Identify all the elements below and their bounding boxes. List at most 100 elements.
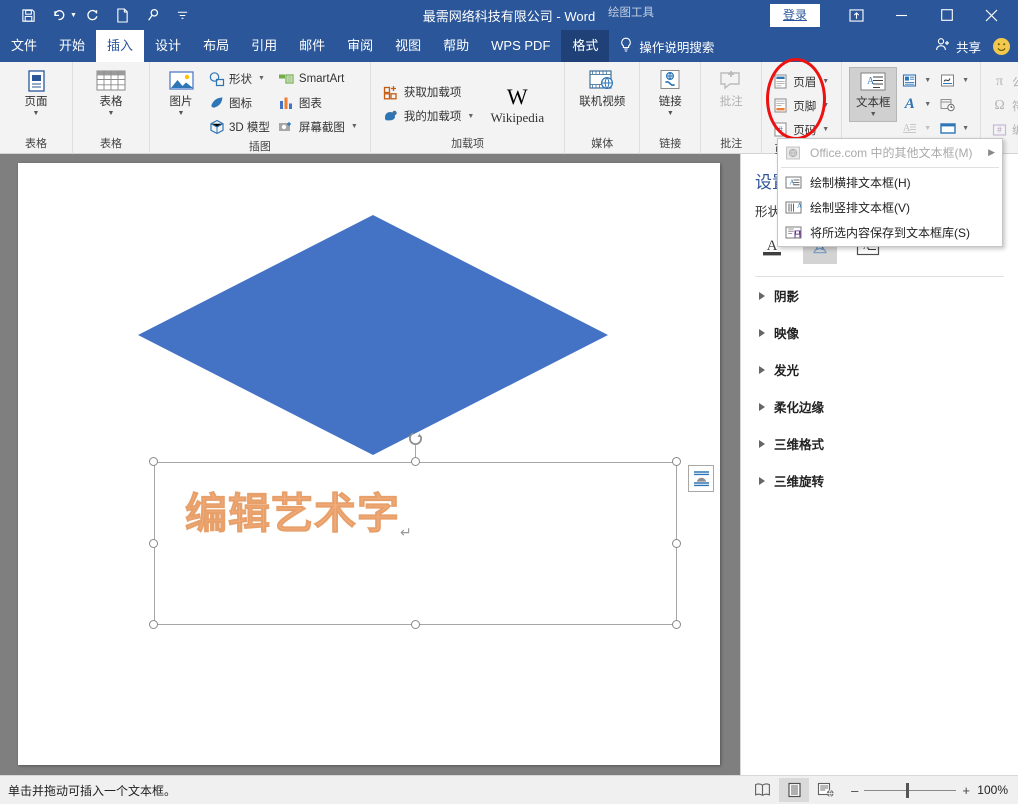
tab-mailings[interactable]: 邮件	[288, 30, 336, 62]
resize-handle-bottom-right[interactable]	[672, 620, 681, 629]
zoom-track[interactable]	[864, 782, 957, 798]
sign-in-button[interactable]: 登录	[769, 3, 820, 27]
menu-item-draw-vertical-text-box[interactable]: A 绘制竖排文本框(V)	[778, 195, 1002, 220]
tab-view[interactable]: 视图	[384, 30, 432, 62]
chevron-down-icon[interactable]: ▼	[667, 110, 674, 118]
3d-model-button[interactable]: 3D 模型	[206, 115, 274, 138]
ribbon-tabs: 文件 开始 插入 设计 布局 引用 邮件 审阅 视图 帮助 WPS PDF 格式…	[0, 30, 1018, 62]
chevron-down-icon[interactable]: ▼	[822, 102, 829, 109]
resize-handle-middle-right[interactable]	[672, 539, 681, 548]
chevron-down-icon[interactable]: ▼	[822, 78, 829, 85]
resize-handle-top-right[interactable]	[672, 457, 681, 466]
chevron-down-icon[interactable]: ▼	[924, 101, 931, 108]
redo-icon[interactable]	[79, 3, 107, 27]
tell-me-search[interactable]: 操作说明搜索	[619, 30, 714, 62]
pane-section-glow[interactable]: 发光	[741, 351, 1018, 388]
zoom-in-button[interactable]: +	[962, 783, 970, 798]
quick-parts-button[interactable]: ▼	[899, 69, 935, 92]
chevron-down-icon[interactable]: ▼	[351, 123, 358, 130]
pages-button[interactable]: 页面 ▼	[10, 67, 62, 120]
header-button[interactable]: 页眉 ▼	[770, 70, 833, 93]
web-layout-view-button[interactable]	[811, 778, 841, 802]
chevron-down-icon[interactable]: ▼	[962, 77, 969, 84]
document-page[interactable]: 编辑艺术字↵	[18, 163, 720, 765]
text-box-button[interactable]: A 文本框 ▼	[849, 67, 898, 122]
wordart-text[interactable]: 编辑艺术字↵	[184, 480, 413, 542]
tab-wps-pdf[interactable]: WPS PDF	[480, 30, 561, 62]
zoom-slider[interactable]: – +	[851, 782, 970, 798]
resize-handle-top-left[interactable]	[149, 457, 158, 466]
link-button[interactable]: 链接 ▼	[648, 67, 692, 120]
chevron-down-icon[interactable]: ▼	[258, 75, 265, 82]
tab-design[interactable]: 设计	[144, 30, 192, 62]
chevron-down-icon[interactable]: ▼	[33, 110, 40, 118]
online-video-button[interactable]: 联机视频	[573, 67, 631, 111]
zoom-level-label[interactable]: 100%	[972, 783, 1008, 797]
table-button[interactable]: 表格 ▼	[85, 67, 137, 120]
chevron-down-icon[interactable]: ▼	[178, 110, 185, 118]
tab-help[interactable]: 帮助	[432, 30, 480, 62]
pictures-button[interactable]: 图片 ▼	[158, 67, 204, 120]
pane-section-3d-format[interactable]: 三维格式	[741, 425, 1018, 462]
menu-item-draw-horizontal-text-box[interactable]: A 绘制横排文本框(H)	[778, 170, 1002, 195]
menu-item-save-selection-to-text-box-gallery[interactable]: 将所选内容保存到文本框库(S)	[778, 220, 1002, 245]
layout-options-button[interactable]	[688, 465, 714, 492]
resize-handle-middle-left[interactable]	[149, 539, 158, 548]
pane-section-soft-edges[interactable]: 柔化边缘	[741, 388, 1018, 425]
share-button[interactable]: 共享	[935, 37, 981, 56]
read-mode-view-button[interactable]	[747, 778, 777, 802]
shapes-button[interactable]: 形状 ▼	[206, 67, 274, 90]
resize-handle-bottom-left[interactable]	[149, 620, 158, 629]
object-button[interactable]: ▼	[937, 117, 973, 140]
print-layout-view-button[interactable]	[779, 778, 810, 802]
tab-review[interactable]: 审阅	[336, 30, 384, 62]
pane-section-shadow[interactable]: 阴影	[741, 277, 1018, 314]
tab-format[interactable]: 格式	[561, 30, 610, 62]
minimize-button[interactable]	[879, 0, 924, 30]
chevron-down-icon[interactable]: ▼	[108, 110, 115, 118]
menu-item-office-online-text-boxes[interactable]: Office.com 中的其他文本框(M) ▶	[778, 140, 1002, 165]
feedback-smiley-icon[interactable]	[993, 37, 1010, 55]
tab-home[interactable]: 开始	[48, 30, 96, 62]
chevron-down-icon[interactable]: ▼	[467, 113, 474, 120]
chevron-down-icon[interactable]: ▼	[870, 111, 877, 119]
undo-dropdown-icon[interactable]: ▼	[70, 12, 77, 19]
zoom-thumb[interactable]	[906, 782, 910, 798]
date-time-button[interactable]	[937, 93, 973, 116]
chevron-down-icon[interactable]: ▼	[822, 126, 829, 133]
find-icon[interactable]	[139, 3, 167, 27]
signature-line-button[interactable]: ▼	[937, 69, 973, 92]
chart-icon	[278, 94, 295, 111]
maximize-button[interactable]	[924, 0, 969, 30]
rotation-handle[interactable]	[408, 431, 423, 446]
wordart-text-box[interactable]: 编辑艺术字↵	[154, 462, 677, 625]
tab-insert[interactable]: 插入	[96, 30, 145, 62]
save-icon[interactable]	[14, 3, 42, 27]
wordart-button[interactable]: A ▼	[899, 93, 935, 116]
new-document-icon[interactable]	[109, 3, 137, 27]
resize-handle-top-center[interactable]	[411, 457, 420, 466]
object-icon	[939, 120, 956, 137]
chevron-down-icon[interactable]: ▼	[924, 77, 931, 84]
diamond-shape[interactable]	[138, 215, 608, 455]
zoom-out-button[interactable]: –	[851, 783, 858, 798]
resize-handle-bottom-center[interactable]	[411, 620, 420, 629]
undo-icon[interactable]	[44, 3, 72, 27]
close-button[interactable]	[969, 0, 1014, 30]
get-addins-button[interactable]: 获取加载项	[381, 81, 478, 104]
icons-button[interactable]: 图标	[206, 91, 274, 114]
pane-section-3d-rotation[interactable]: 三维旋转	[741, 462, 1018, 499]
tab-layout[interactable]: 布局	[192, 30, 240, 62]
pane-section-reflection[interactable]: 映像	[741, 314, 1018, 351]
customize-qat-icon[interactable]	[169, 3, 197, 27]
screenshot-button[interactable]: 屏幕截图 ▼	[276, 115, 362, 138]
smartart-button[interactable]: SmartArt	[276, 67, 362, 90]
chart-button[interactable]: 图表	[276, 91, 362, 114]
wikipedia-button[interactable]: W Wikipedia	[480, 76, 554, 126]
footer-button[interactable]: 页脚 ▼	[770, 94, 833, 117]
chevron-down-icon[interactable]: ▼	[962, 125, 969, 132]
ribbon-display-options-icon[interactable]	[834, 0, 879, 30]
my-addins-button[interactable]: 我的加载项 ▼	[381, 105, 478, 128]
tab-references[interactable]: 引用	[240, 30, 288, 62]
tab-file[interactable]: 文件	[0, 30, 48, 62]
